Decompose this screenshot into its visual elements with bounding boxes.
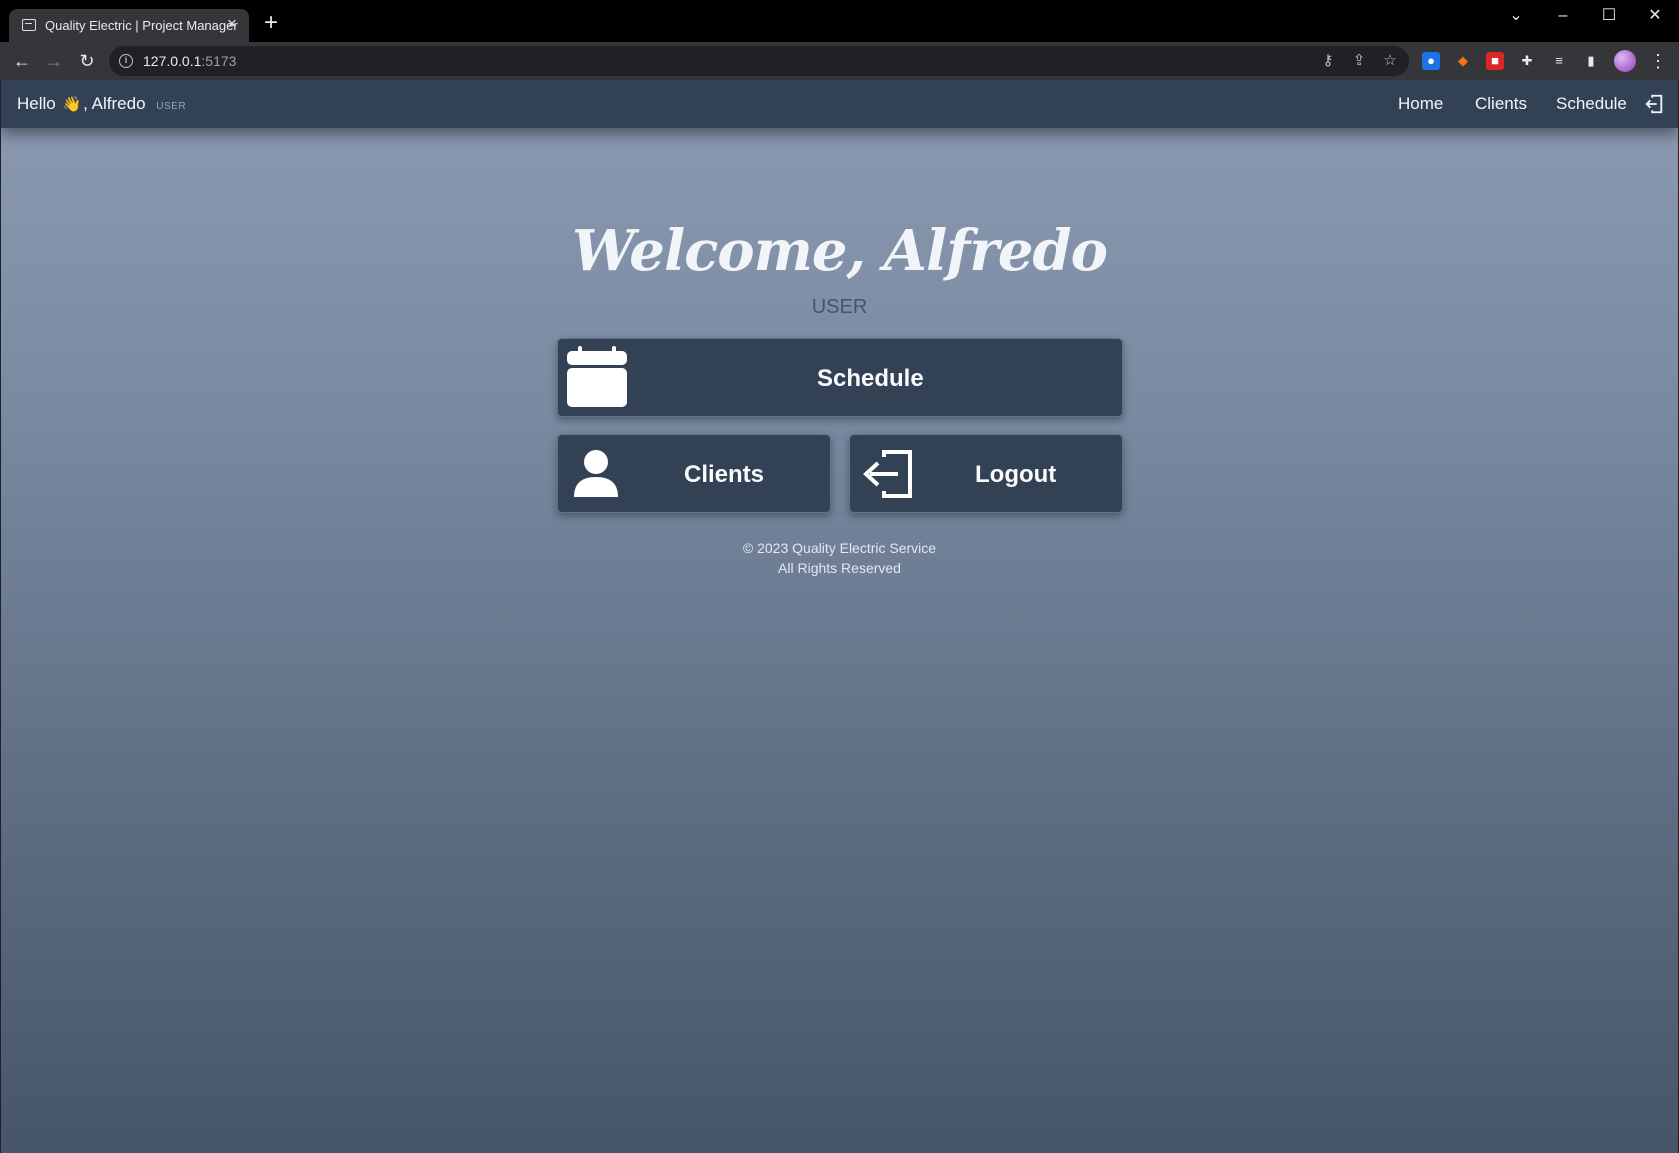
footer-copyright: © 2023 Quality Electric Service xyxy=(742,540,937,556)
bookmark-star-icon[interactable]: ☆ xyxy=(1381,52,1399,70)
schedule-button[interactable]: Schedule xyxy=(557,338,1123,417)
user-greeting: Hello 👋, Alfredo USER xyxy=(17,94,186,114)
side-panel-icon[interactable]: ▮ xyxy=(1582,52,1600,70)
welcome-heading: Welcome, Alfredo xyxy=(571,218,1108,284)
logout-label: Logout xyxy=(975,461,1057,488)
tab-search-icon[interactable]: ⌄ xyxy=(1502,4,1530,28)
nav-link-schedule[interactable]: Schedule xyxy=(1556,94,1627,114)
reload-icon[interactable]: ↻ xyxy=(76,50,98,72)
extension-red-icon[interactable]: ■ xyxy=(1486,52,1504,70)
nav-logout-icon[interactable] xyxy=(1643,93,1665,115)
logout-button[interactable]: Logout xyxy=(849,434,1123,513)
back-icon[interactable]: ← xyxy=(11,50,33,72)
extension-git-icon[interactable]: ◆ xyxy=(1454,52,1472,70)
reading-list-icon[interactable]: ≡ xyxy=(1550,52,1568,70)
extensions-puzzle-icon[interactable]: ✚ xyxy=(1518,52,1536,70)
profile-avatar[interactable] xyxy=(1614,50,1636,72)
new-tab-icon[interactable]: + xyxy=(260,11,282,35)
greeting-prefix: Hello xyxy=(17,94,56,113)
clients-label: Clients xyxy=(684,461,765,488)
calendar-icon xyxy=(567,346,627,407)
extension-ghost-icon[interactable]: ● xyxy=(1422,52,1440,70)
browser-window: Quality Electric | Project Manager × + ⌄… xyxy=(0,0,1679,1153)
tab-strip: Quality Electric | Project Manager × + ⌄… xyxy=(0,0,1679,42)
share-icon[interactable]: ⇪ xyxy=(1350,52,1368,70)
maximize-icon[interactable]: ☐ xyxy=(1595,4,1623,28)
page-viewport: Hello 👋, Alfredo USER Home Clients Sched… xyxy=(1,80,1678,1153)
minimize-icon[interactable]: – xyxy=(1549,4,1577,28)
browser-toolbar: ← → ↻ i 127.0.0.1:5173 ⚷ ⇪ ☆ ● ◆ ■ ✚ ≡ ▮… xyxy=(0,42,1679,80)
menu-kebab-icon[interactable]: ⋮ xyxy=(1647,50,1669,72)
footer-rights: All Rights Reserved xyxy=(778,560,901,576)
logout-icon xyxy=(863,450,912,498)
tab-close-icon[interactable]: × xyxy=(223,15,241,33)
nav-link-clients[interactable]: Clients xyxy=(1475,94,1527,114)
site-info-icon[interactable]: i xyxy=(119,54,133,68)
address-bar[interactable]: i 127.0.0.1:5173 ⚷ ⇪ ☆ xyxy=(109,46,1409,76)
forward-icon[interactable]: → xyxy=(43,50,65,72)
page-favicon-icon xyxy=(22,19,36,31)
top-navbar: Hello 👋, Alfredo USER Home Clients Sched… xyxy=(1,80,1678,128)
clients-button[interactable]: Clients xyxy=(557,434,831,513)
user-icon xyxy=(574,450,618,497)
wave-emoji-icon: 👋 xyxy=(62,96,82,113)
tab-title: Quality Electric | Project Manager xyxy=(45,18,238,33)
browser-tab[interactable]: Quality Electric | Project Manager × xyxy=(9,9,249,42)
user-role-badge: USER xyxy=(156,101,187,112)
key-icon[interactable]: ⚷ xyxy=(1319,52,1337,70)
greeting-name: , Alfredo xyxy=(83,94,146,113)
url-text: 127.0.0.1:5173 xyxy=(143,53,237,69)
schedule-label: Schedule xyxy=(817,365,924,392)
nav-link-home[interactable]: Home xyxy=(1398,94,1443,114)
footer: © 2023 Quality Electric Service All Righ… xyxy=(1,538,1678,578)
close-window-icon[interactable]: ✕ xyxy=(1641,4,1669,28)
welcome-role: USER xyxy=(811,296,868,318)
